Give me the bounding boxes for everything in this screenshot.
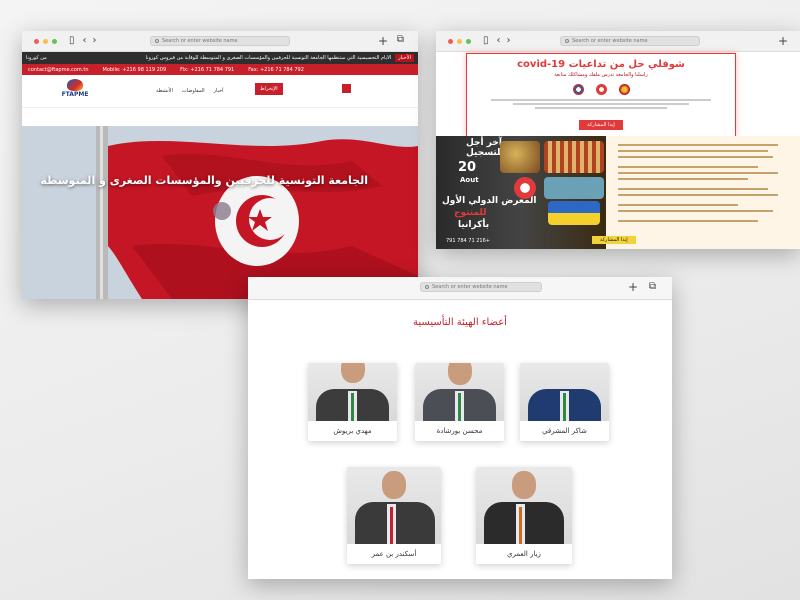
banner-expo-line3: بأكرانيا	[458, 220, 490, 230]
browser-toolbar: Search or enter website name + ⧉	[248, 277, 672, 300]
menu-item-activities[interactable]: الأنشطة	[156, 88, 173, 94]
search-icon	[155, 39, 159, 43]
ukraine-flag-icon	[548, 201, 600, 225]
banner-phone: +216 71 784 791	[446, 238, 490, 244]
new-tab-icon[interactable]: +	[778, 35, 788, 47]
food-image	[544, 141, 604, 173]
new-tab-icon[interactable]: +	[378, 35, 388, 47]
member-photo	[520, 363, 609, 421]
search-icon	[565, 39, 569, 43]
forward-icon[interactable]: ›	[507, 36, 511, 46]
member-photo	[476, 467, 572, 544]
member-card[interactable]: شاكر المشرقي	[520, 363, 609, 441]
hero-banner: الجامعة التونسية للحرفيين والمؤسسات الصغ…	[22, 126, 418, 299]
site-navbar: FTAPME الأنشطة المفاوضات أخبار الإنخراط	[22, 75, 418, 108]
main-menu: الأنشطة المفاوضات أخبار	[156, 88, 224, 94]
org-logo-icon	[572, 84, 584, 95]
address-placeholder: Search or enter website name	[432, 284, 508, 290]
food-image	[500, 141, 540, 173]
covid-start-button[interactable]: إبدا المشاركة	[579, 120, 623, 130]
address-bar[interactable]: Search or enter website name	[150, 36, 290, 46]
member-name: محسن بورشادة	[436, 427, 483, 435]
news-tag: الأخبار	[395, 54, 414, 62]
tabs-overview-icon[interactable]: ⧉	[397, 35, 404, 45]
browser-window-members: Search or enter website name + ⧉ أعضاء ا…	[248, 277, 672, 579]
back-icon[interactable]: ‹	[497, 36, 501, 46]
maximize-window-button[interactable]	[466, 38, 471, 44]
hero-title: الجامعة التونسية للحرفيين والمؤسسات الصغ…	[40, 174, 368, 187]
tunisia-flag-image	[22, 126, 418, 299]
member-name: مهدي بريوش	[333, 427, 372, 435]
register-button[interactable]: الإنخراط	[255, 83, 283, 95]
banner-deadline-line2: للتسجيل	[466, 148, 505, 158]
address-placeholder: Search or enter website name	[572, 38, 648, 44]
browser-window-home: ▯ ‹ › Search or enter website name + ⧉ ا…	[22, 31, 418, 299]
address-bar[interactable]: Search or enter website name	[560, 36, 700, 46]
news-ticker: الأخبار الأيام التحسيسية التي ستنظمها ال…	[22, 52, 418, 64]
partner-logo-icon	[618, 84, 630, 95]
minimize-window-button[interactable]	[43, 38, 48, 44]
covid-popup: شوفلي حل من تداعيات covid-19 راسلنا والج…	[466, 53, 736, 137]
close-window-button[interactable]	[448, 38, 453, 44]
member-card[interactable]: محسن بورشادة	[415, 363, 504, 441]
address-placeholder: Search or enter website name	[162, 38, 238, 44]
covid-body-text	[491, 99, 711, 109]
site-logo[interactable]: FTAPME	[60, 79, 90, 103]
tabs-overview-icon[interactable]: ⧉	[649, 282, 656, 292]
minimize-window-button[interactable]	[457, 38, 462, 44]
covid-title: شوفلي حل من تداعيات covid-19	[517, 59, 685, 70]
forward-icon[interactable]: ›	[93, 36, 97, 46]
window-controls	[34, 38, 57, 44]
tunisia-flag-icon	[514, 177, 536, 199]
covid-subtitle: راسلنا والجامعة تدرس ملفك ومشاكلك متابعة	[554, 72, 648, 78]
window-controls	[448, 38, 471, 44]
contact-fax: Fax: +216 71 784 792	[248, 66, 304, 73]
logo-text: FTAPME	[61, 91, 89, 98]
sidebar-icon[interactable]: ▯	[483, 36, 489, 46]
contact-email[interactable]: contact@ftapme.com.tn	[28, 67, 89, 73]
member-name: أسكندر بن عمر	[371, 550, 417, 558]
browser-window-covid: ▯ ‹ › Search or enter website name + شوف…	[436, 31, 800, 249]
banner-day: 20	[458, 160, 477, 175]
address-bar[interactable]: Search or enter website name	[420, 282, 542, 292]
contact-mobile: Mobile: +216 98 119 209	[102, 66, 167, 73]
new-tab-icon[interactable]: +	[628, 281, 638, 293]
menu-item-news[interactable]: أخبار	[214, 88, 224, 94]
logo-mark-icon	[67, 79, 83, 91]
search-icon	[425, 285, 429, 289]
member-photo	[347, 467, 441, 544]
contact-fix: Fix: +216 71 784 791	[180, 66, 235, 73]
close-window-button[interactable]	[34, 38, 39, 44]
sidebar-icon[interactable]: ▯	[69, 36, 75, 46]
browser-toolbar: ▯ ‹ › Search or enter website name +	[436, 31, 800, 52]
menu-item-negotiations[interactable]: المفاوضات	[182, 88, 205, 94]
banner-deadline-line1: آخر أجل	[466, 138, 502, 148]
browser-toolbar: ▯ ‹ › Search or enter website name + ⧉	[22, 31, 418, 52]
member-photo	[308, 363, 397, 421]
banner-month: Aout	[460, 176, 479, 184]
participate-button[interactable]: إبدا المشاركة	[592, 236, 636, 244]
member-name: زيار العمري	[507, 550, 541, 558]
member-card[interactable]: أسكندر بن عمر	[347, 467, 441, 564]
banner-expo-line2: للمنتوج	[454, 208, 487, 218]
back-icon[interactable]: ‹	[83, 36, 87, 46]
member-card[interactable]: زيار العمري	[476, 467, 572, 564]
ticker-tail: من كورونا	[26, 55, 47, 61]
flag-row	[467, 84, 735, 95]
member-name: شاكر المشرقي	[542, 427, 587, 435]
menu-square-icon[interactable]	[342, 84, 351, 93]
maximize-window-button[interactable]	[52, 38, 57, 44]
announcement-panel	[606, 136, 800, 249]
contact-bar: contact@ftapme.com.tn Mobile: +216 98 11…	[22, 64, 418, 75]
ticker-text[interactable]: الأيام التحسيسية التي ستنظمها الجامعة ال…	[47, 55, 392, 61]
tunisia-flag-icon	[595, 84, 607, 95]
food-image	[544, 177, 604, 199]
section-title: أعضاء الهيئة التأسيسية	[413, 317, 507, 328]
member-photo	[415, 363, 504, 421]
member-card[interactable]: مهدي بريوش	[308, 363, 397, 441]
